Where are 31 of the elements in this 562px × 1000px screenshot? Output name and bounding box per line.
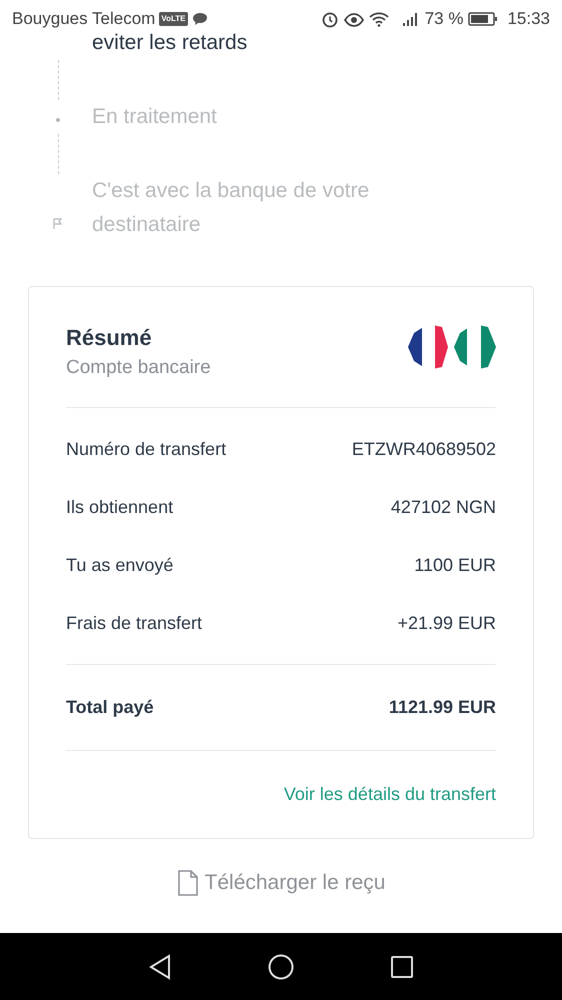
- summary-value: +21.99 EUR: [397, 612, 496, 634]
- flag-icon: [53, 218, 63, 230]
- total-value: 1121.99 EUR: [388, 696, 496, 719]
- summary-label: Frais de transfert: [66, 612, 202, 634]
- document-icon: [176, 870, 199, 896]
- recent-apps-icon[interactable]: [390, 954, 414, 978]
- timeline-step: En traitement: [92, 100, 422, 134]
- home-icon[interactable]: [268, 954, 294, 980]
- transfer-details-link[interactable]: Voir les détails du transfert: [284, 781, 496, 808]
- battery-icon: [468, 11, 498, 27]
- summary-label: Tu as envoyé: [66, 554, 174, 577]
- timeline-step: C'est avec la banque de votre destinataire: [92, 174, 422, 242]
- summary-label: Ils obtiennent: [66, 496, 174, 518]
- summary-value: ETZWR40689502: [352, 438, 496, 460]
- back-icon[interactable]: [148, 954, 172, 980]
- summary-value: 427102 NGN: [390, 496, 496, 518]
- summary-label: Numéro de transfert: [66, 438, 226, 460]
- volte-badge: VoLTE: [159, 12, 188, 26]
- clock-time: 15:33: [507, 8, 550, 30]
- summary-value: 1100 EUR: [414, 554, 496, 576]
- eye-icon: [344, 11, 364, 27]
- download-receipt-link[interactable]: Télécharger le reçu: [176, 867, 386, 898]
- battery-percentage: 73 %: [424, 8, 464, 30]
- account-type: Compte bancaire: [66, 356, 211, 380]
- signal-icon: [402, 11, 420, 27]
- alarm-icon: [320, 10, 339, 28]
- message-icon: [192, 12, 208, 26]
- summary-title: Résumé: [66, 324, 153, 352]
- total-label: Total payé: [66, 696, 154, 719]
- currency-flags-icon: [408, 323, 496, 371]
- wifi-icon: [368, 11, 389, 27]
